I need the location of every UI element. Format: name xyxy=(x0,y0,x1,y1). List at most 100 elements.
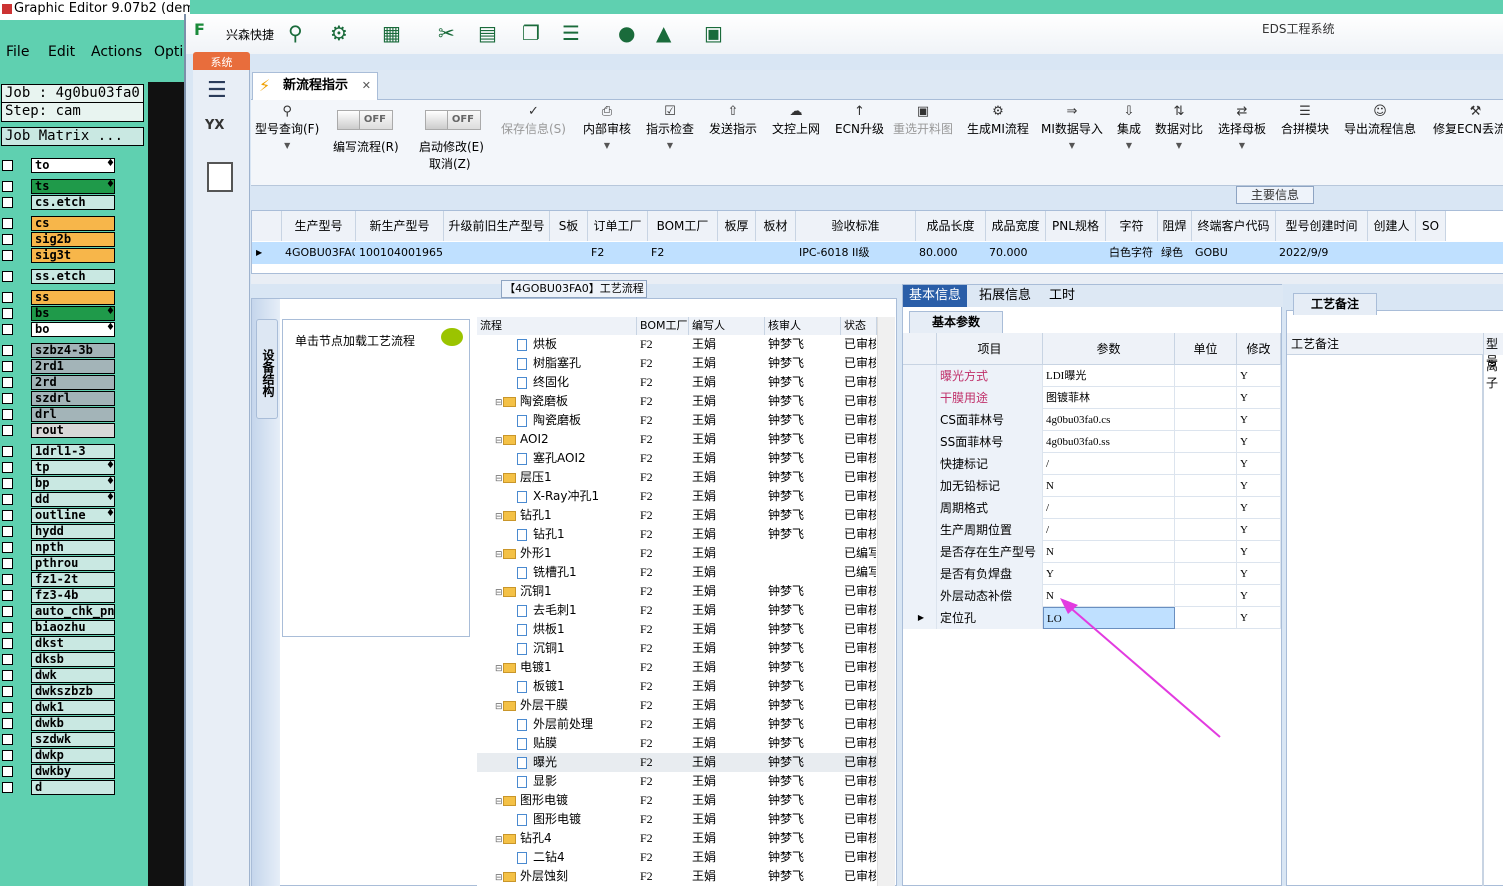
tree-row[interactable]: ⊟ 外层蚀刻 F2 王娟 钟梦飞 已审核 xyxy=(477,867,877,886)
tree-row[interactable]: 图形电镀 F2 王娟 钟梦飞 已审核 xyxy=(477,810,877,829)
gen-mi-button[interactable]: ⚙ 生成MI流程 xyxy=(967,104,1029,137)
grid-cell[interactable]: GOBU xyxy=(1195,242,1275,264)
splitter[interactable] xyxy=(251,274,1503,284)
tree-row[interactable]: 树脂塞孔 F2 王娟 钟梦飞 已审核 xyxy=(477,354,877,373)
tree-node[interactable]: 贴膜 xyxy=(517,734,635,753)
layer-name[interactable]: dwk1 xyxy=(31,700,115,715)
grid-header[interactable]: 验收标准 xyxy=(796,211,916,241)
layer-row[interactable]: szbz4-3b xyxy=(0,343,118,358)
tree-row[interactable]: 曝光 F2 王娟 钟梦飞 已审核 xyxy=(477,753,877,772)
tree-row[interactable]: 去毛刺1 F2 王娟 钟梦飞 已审核 xyxy=(477,601,877,620)
film-icon[interactable]: ▤ xyxy=(478,21,497,45)
tree-row[interactable]: ⊟钻孔4 F2 王娟 钟梦飞 已审核 xyxy=(477,829,877,848)
calculator-icon[interactable] xyxy=(207,162,233,192)
grid-cell[interactable]: 绿色 xyxy=(1161,242,1191,264)
layer-name[interactable]: 2rd xyxy=(31,375,115,390)
layer-name[interactable]: dwkby xyxy=(31,764,115,779)
param-param[interactable]: LDI曝光 xyxy=(1043,365,1175,387)
layer-row[interactable]: fz3-4b xyxy=(0,588,118,603)
grid-cell[interactable] xyxy=(1371,242,1415,264)
ecn-upgrade-button[interactable]: ↑ ECN升级 xyxy=(835,104,884,137)
layer-row[interactable]: npth xyxy=(0,540,118,555)
layer-checkbox[interactable] xyxy=(2,393,13,404)
layer-name[interactable]: bs xyxy=(31,306,115,321)
tree-node[interactable]: ⊟ 钻孔1 xyxy=(495,506,635,527)
layer-row[interactable]: 2rd xyxy=(0,375,118,390)
grid-header[interactable]: 成品长度 xyxy=(916,211,986,241)
layer-checkbox[interactable] xyxy=(2,462,13,473)
params-header[interactable]: 项目 xyxy=(937,333,1043,365)
layer-row[interactable]: auto_chk_pn xyxy=(0,604,118,619)
grid-cell[interactable] xyxy=(553,242,587,264)
layer-name[interactable]: dwkb xyxy=(31,716,115,731)
params-row[interactable]: 外层动态补偿 N Y xyxy=(903,585,1281,607)
layer-checkbox[interactable] xyxy=(2,558,13,569)
grid-cell[interactable]: F2 xyxy=(651,242,717,264)
layer-row[interactable]: dwkby xyxy=(0,764,118,779)
remark-textarea[interactable] xyxy=(1287,355,1483,886)
tree-row[interactable]: 沉铜1 F2 王娟 钟梦飞 已审核 xyxy=(477,639,877,658)
mi-import-button[interactable]: ⇒ MI数据导入 ▼ xyxy=(1041,104,1103,150)
select-motherboard-button[interactable]: ⇄ 选择母板 ▼ xyxy=(1218,104,1266,150)
layer-checkbox[interactable] xyxy=(2,750,13,761)
layer-row[interactable]: outline ♦ xyxy=(0,508,118,523)
tree-node[interactable]: ⊟ 沉铜1 xyxy=(495,582,635,603)
params-row[interactable]: 是否有负焊盘 Y Y xyxy=(903,563,1281,585)
layer-checkbox[interactable] xyxy=(2,361,13,372)
grid-header[interactable]: 生产型号 xyxy=(282,211,356,241)
start-modify-toggle[interactable]: OFF xyxy=(425,110,481,130)
layer-checkbox[interactable] xyxy=(2,308,13,319)
upload-doc-button[interactable]: ☁ 文控上网 xyxy=(772,104,820,137)
layer-row[interactable]: dwk xyxy=(0,668,118,683)
layer-name[interactable]: 2rd1 xyxy=(31,359,115,374)
tree-row[interactable]: X-Ray冲孔1 F2 王娟 钟梦飞 已审核 xyxy=(477,487,877,506)
tree-header[interactable]: 核审人 xyxy=(765,317,841,335)
layer-checkbox[interactable] xyxy=(2,510,13,521)
layer-row[interactable]: to ♦ xyxy=(0,158,118,173)
job-matrix-button[interactable]: Job Matrix ... xyxy=(1,127,144,146)
grid-cell[interactable] xyxy=(759,242,795,264)
grid-cell[interactable]: 10010400196571 xyxy=(359,242,443,264)
layer-row[interactable]: bp ♦ xyxy=(0,476,118,491)
layer-checkbox[interactable] xyxy=(2,478,13,489)
tree-row[interactable]: ⊟外层干膜 F2 王娟 钟梦飞 已审核 xyxy=(477,696,877,715)
layer-name[interactable]: cs xyxy=(31,216,115,231)
tab-work-hours[interactable]: 工时 xyxy=(1043,285,1081,307)
layer-row[interactable]: biaozhu xyxy=(0,620,118,635)
layer-checkbox[interactable] xyxy=(2,734,13,745)
tree-node[interactable]: ⊟ 层压1 xyxy=(495,468,635,489)
reselect-drawing-button[interactable]: ▣ 重选开料图 xyxy=(893,104,953,137)
layer-row[interactable]: dkst xyxy=(0,636,118,651)
settings-icon[interactable]: ⚙ xyxy=(330,21,348,45)
data-compare-button[interactable]: ⇅ 数据对比 ▼ xyxy=(1155,104,1203,150)
layer-row[interactable]: cs xyxy=(0,216,118,231)
layer-row[interactable]: fz1-2t xyxy=(0,572,118,587)
layer-checkbox[interactable] xyxy=(2,160,13,171)
chart-icon[interactable]: ▲ xyxy=(656,21,671,45)
menu-options[interactable]: Opti xyxy=(154,44,183,60)
tree-row[interactable]: 贴膜 F2 王娟 钟梦飞 已审核 xyxy=(477,734,877,753)
tree-header[interactable]: BOM工厂 xyxy=(637,317,689,335)
grid-header[interactable]: 终端客户代码 xyxy=(1192,211,1276,241)
graphic-area[interactable] xyxy=(148,82,186,886)
layer-checkbox[interactable] xyxy=(2,702,13,713)
layer-row[interactable]: ss.etch xyxy=(0,269,118,284)
tree-scrollbar[interactable] xyxy=(877,317,895,886)
grid-header[interactable]: 新生产型号 xyxy=(356,211,444,241)
tree-node[interactable]: ⊟ 钻孔4 xyxy=(495,829,635,850)
tree-row[interactable]: 二钻4 F2 王娟 钟梦飞 已审核 xyxy=(477,848,877,867)
params-row[interactable]: 加无铅标记 N Y xyxy=(903,475,1281,497)
param-param[interactable]: / xyxy=(1043,453,1175,475)
tree-node[interactable]: X-Ray冲孔1 xyxy=(517,487,635,506)
layer-checkbox[interactable] xyxy=(2,292,13,303)
layer-name[interactable]: sig2b xyxy=(31,232,115,247)
layer-checkbox[interactable] xyxy=(2,234,13,245)
param-param[interactable]: N xyxy=(1043,541,1175,563)
layer-row[interactable]: dksb xyxy=(0,652,118,667)
tree-node[interactable]: 烘板 xyxy=(517,335,635,354)
layer-checkbox[interactable] xyxy=(2,377,13,388)
tree-node[interactable]: ⊟ 外层干膜 xyxy=(495,696,635,717)
layer-row[interactable]: d xyxy=(0,780,118,795)
user-icon[interactable]: ● xyxy=(618,21,635,45)
tab-extended-info[interactable]: 拓展信息 xyxy=(973,285,1037,307)
